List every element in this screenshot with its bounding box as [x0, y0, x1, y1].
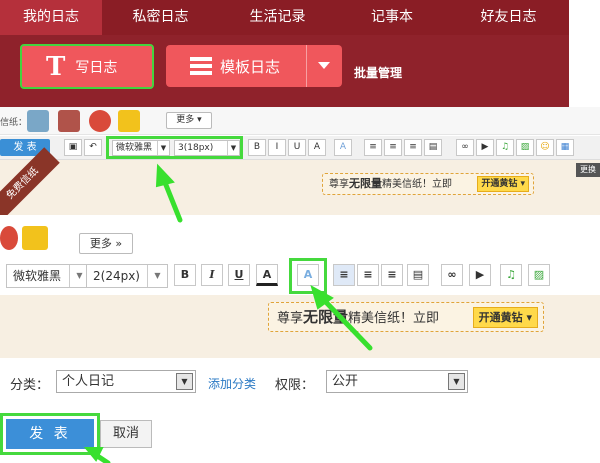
list-icon[interactable]: ▤ [407, 264, 429, 286]
save-icon[interactable]: ▣ [64, 139, 82, 156]
align-left-icon[interactable]: ≡ [364, 139, 382, 156]
big-toolbar: 微软雅黑 ▼ 2(24px) ▼ B I U A A ≡ ≡ ≡ ▤ ∞ ▶ ♫ ▨ [0, 258, 600, 294]
stationery-thumb-icon[interactable] [0, 226, 18, 250]
font-family-value: 微软雅黑 [13, 269, 62, 283]
align-center-icon[interactable]: ≡ [384, 139, 402, 156]
permission-value: 公开 [332, 374, 359, 389]
link-icon[interactable]: ∞ [441, 264, 463, 286]
align-right-icon[interactable]: ≡ [404, 139, 422, 156]
promo-text: 精美信纸！立即 [348, 311, 440, 326]
stationery-thumb-icon[interactable] [58, 110, 80, 132]
list-icon[interactable]: ▤ [424, 139, 442, 156]
promo-bold: 无限量 [349, 177, 382, 190]
list-icon [190, 57, 212, 75]
arrow-icon [93, 452, 111, 463]
category-value: 个人日记 [62, 374, 115, 389]
font-size-select[interactable]: 2(24px) ▼ [86, 264, 168, 288]
add-category-link[interactable]: 添加分类 [208, 375, 256, 392]
open-vip-button[interactable]: 开通黄钻 ▾ [472, 307, 538, 328]
tab-my-diary[interactable]: 我的日志 [0, 0, 102, 35]
big-editor-screenshot: 更多 » 微软雅黑 ▼ 2(24px) ▼ B I U A A ≡ ≡ ≡ ▤ ∞ … [0, 215, 600, 358]
video-icon[interactable]: ▶ [476, 139, 494, 156]
write-diary-button[interactable]: T 写日志 [20, 44, 154, 89]
stationery-thumb-icon[interactable] [27, 110, 49, 132]
text-effect-icon[interactable]: A [334, 139, 352, 156]
category-select[interactable]: 个人日记 ▼ [56, 370, 196, 393]
template-diary-label: 模板日志 [220, 57, 281, 76]
chevron-down-icon[interactable] [318, 62, 330, 69]
text-t-icon: T [46, 51, 66, 82]
align-center-icon[interactable]: ≡ [357, 264, 379, 286]
open-vip-button[interactable]: 开通黄钻 ▾ [477, 176, 529, 192]
align-right-icon[interactable]: ≡ [381, 264, 403, 286]
tab-private-diary[interactable]: 私密日志 [102, 0, 219, 35]
music-icon[interactable]: ♫ [496, 139, 514, 156]
nav-bar: 我的日志 私密日志 生活记录 记事本 好友日志 [0, 0, 569, 35]
underline-icon[interactable]: U [288, 139, 306, 156]
stationery-row: 信纸： 更多 ▾ [0, 107, 600, 135]
font-size-value: 2(24px) [93, 269, 140, 283]
small-toolbar: 发 表 ▣ ↶ 微软雅黑 ▼ 3(18px) ▼ B I U A A ≡ ≡ ≡ ▤… [0, 136, 600, 160]
italic-icon[interactable]: I [268, 139, 286, 156]
bold-icon[interactable]: B [248, 139, 266, 156]
video-icon[interactable]: ▶ [469, 264, 491, 286]
font-family-select[interactable]: 微软雅黑 ▼ [6, 264, 90, 288]
change-stationery-button[interactable]: 更换 [576, 163, 600, 177]
batch-manage-link[interactable]: 批量管理 [354, 64, 402, 81]
undo-icon[interactable]: ↶ [84, 139, 102, 156]
insert-icon[interactable]: ▦ [556, 139, 574, 156]
permission-label: 权限： [275, 378, 315, 393]
publish-button-highlight: 发 表 [0, 413, 100, 455]
music-icon[interactable]: ♫ [500, 264, 522, 286]
stationery-thumb-icon[interactable] [118, 110, 140, 132]
tab-notebook[interactable]: 记事本 [336, 0, 448, 35]
category-label: 分类： [10, 378, 50, 393]
promo-bold: 无限量 [303, 308, 349, 326]
promo-text: 精美信纸！立即 [382, 179, 452, 190]
promo-text: 尊享 [277, 311, 304, 326]
font-highlight-box [106, 136, 243, 159]
stationery-thumb-icon[interactable] [22, 226, 48, 250]
chevron-down-icon: ▼ [147, 265, 167, 287]
underline-icon[interactable]: U [228, 264, 250, 286]
vip-promo-banner-small: 尊享无限量精美信纸！立即 开通黄钻 ▾ [322, 173, 534, 195]
top-panel: 我的日志 私密日志 生活记录 记事本 好友日志 T 写日志 模板日志 批量管理 [0, 0, 569, 107]
stationery-label: 信纸： [0, 118, 28, 128]
vip-promo-banner-big: 尊享无限量精美信纸！立即 开通黄钻 ▾ [268, 302, 544, 332]
tab-friends-diary[interactable]: 好友日志 [448, 0, 569, 35]
chevron-down-icon: ▼ [176, 373, 193, 390]
stationery-thumb-icon[interactable] [89, 110, 111, 132]
font-color-icon[interactable]: A [308, 139, 326, 156]
permission-select[interactable]: 公开 ▼ [326, 370, 468, 393]
template-diary-button[interactable]: 模板日志 [166, 45, 342, 87]
link-icon[interactable]: ∞ [456, 139, 474, 156]
image-icon[interactable]: ▨ [516, 139, 534, 156]
font-color-icon[interactable]: A [256, 264, 278, 286]
image-icon[interactable]: ▨ [528, 264, 550, 286]
publish-button[interactable]: 发 表 [6, 419, 94, 449]
italic-icon[interactable]: I [201, 264, 223, 286]
action-row: T 写日志 模板日志 批量管理 [0, 35, 569, 107]
tab-life-records[interactable]: 生活记录 [219, 0, 336, 35]
more-stationery-button[interactable]: 更多 ▾ [166, 112, 212, 129]
promo-text: 尊享 [329, 179, 349, 190]
small-editor-screenshot: 信纸： 更多 ▾ 发 表 ▣ ↶ 微软雅黑 ▼ 3(18px) ▼ B I U A … [0, 107, 600, 221]
chevron-down-icon: ▼ [448, 373, 465, 390]
align-left-icon[interactable]: ≡ [333, 264, 355, 286]
write-diary-label: 写日志 [75, 59, 118, 76]
cancel-button[interactable]: 取消 [100, 420, 152, 448]
emoji-icon[interactable]: ☺ [536, 139, 554, 156]
text-effect-highlight-box [289, 258, 327, 294]
bold-icon[interactable]: B [174, 264, 196, 286]
more-stationery-button[interactable]: 更多 » [79, 233, 133, 254]
